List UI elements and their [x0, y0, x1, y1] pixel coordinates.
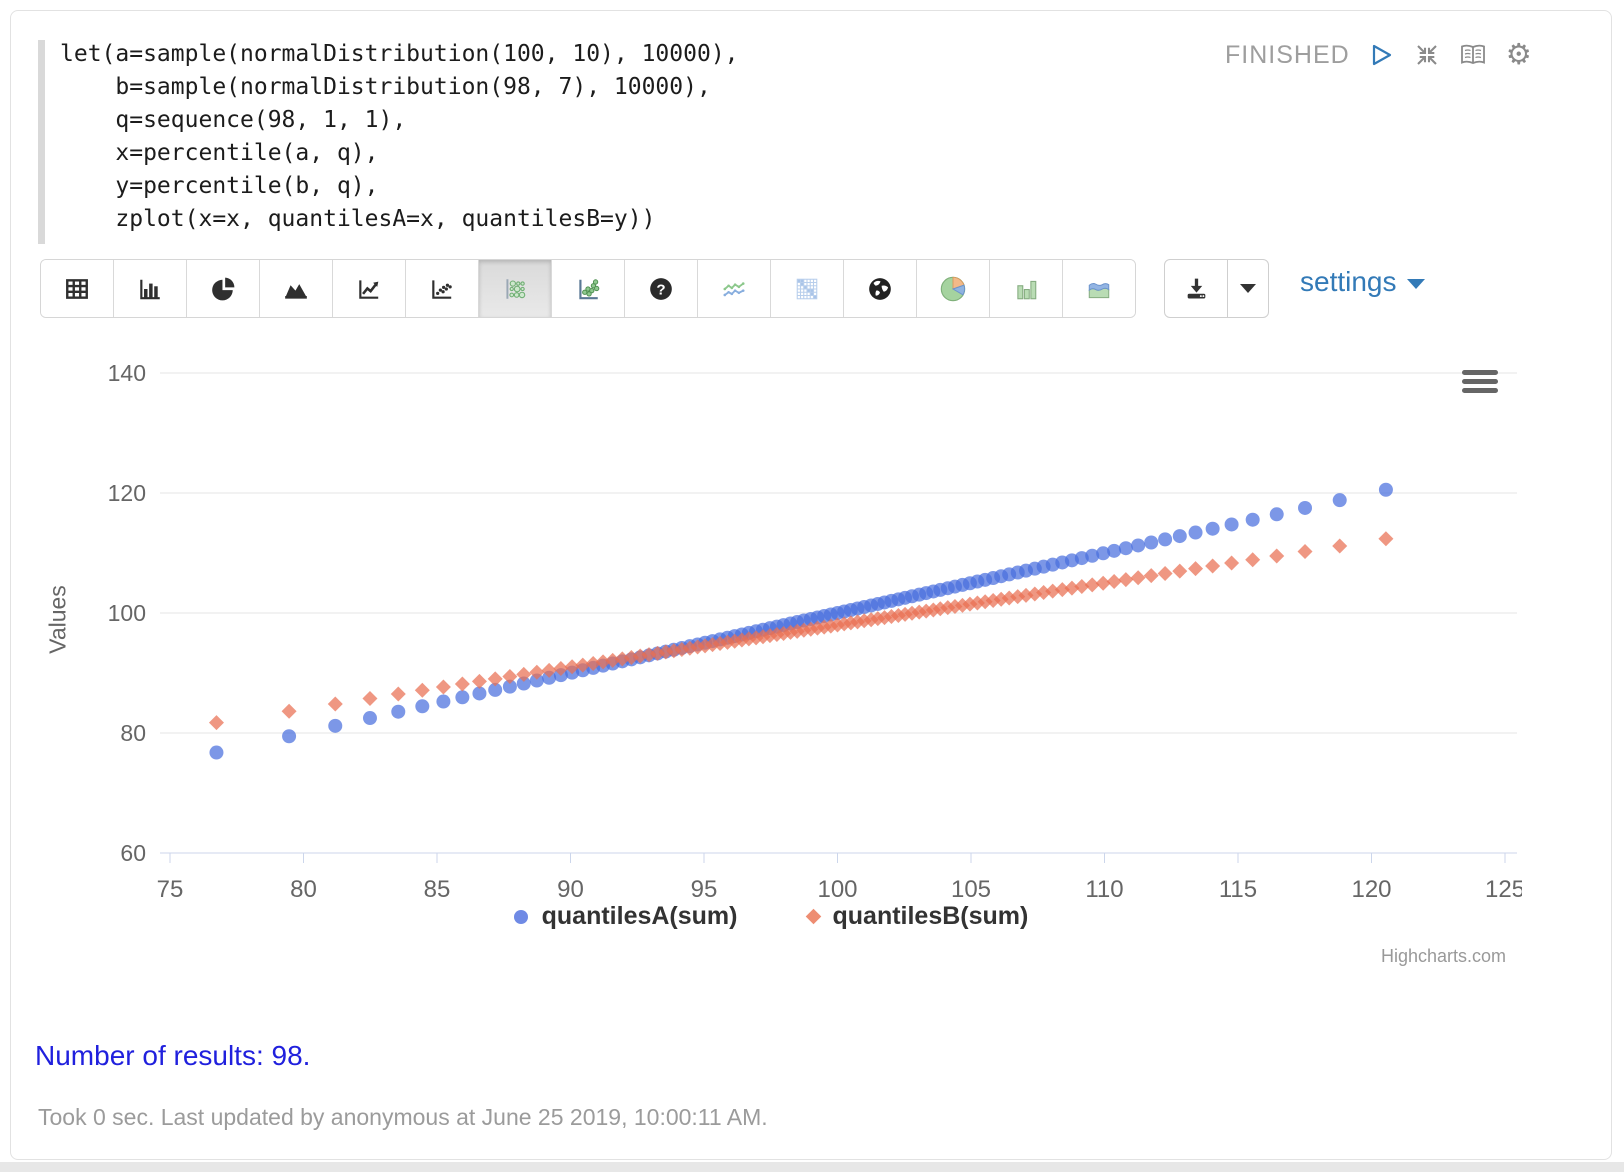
svg-text:75: 75: [157, 876, 184, 903]
code-line: zplot(x=x, quantilesA=x, quantilesB=y)): [60, 203, 739, 236]
bubble-chart-icon[interactable]: [479, 260, 552, 317]
svg-text:125: 125: [1485, 876, 1522, 903]
settings-label: settings: [1300, 266, 1397, 298]
legend-marker-diamond: [805, 909, 821, 925]
legend-label: quantilesA(sum): [542, 902, 738, 931]
globe-icon[interactable]: [844, 260, 917, 317]
book-icon[interactable]: [1458, 40, 1488, 70]
column-chart-icon[interactable]: [990, 260, 1063, 317]
legend-item-quantilesA[interactable]: quantilesA(sum): [514, 902, 738, 931]
svg-text:95: 95: [691, 876, 718, 903]
code-line: y=percentile(b, q),: [60, 170, 739, 203]
stacked-area-icon[interactable]: [1063, 260, 1135, 317]
pie-chart-icon[interactable]: [187, 260, 260, 317]
scatter-plot: 60 80 100 120 140 75 80 85 90 95 100 105 110 115 120 12…: [20, 330, 1522, 980]
code-line: x=percentile(a, q),: [60, 137, 739, 170]
download-split-button: [1164, 259, 1269, 318]
code-line: b=sample(normalDistribution(98, 7), 1000…: [60, 71, 739, 104]
legend-label: quantilesB(sum): [833, 902, 1029, 931]
download-button[interactable]: [1165, 260, 1228, 317]
results-count-text: Number of results: 98.: [35, 1040, 310, 1072]
svg-text:60: 60: [120, 840, 146, 866]
compress-icon[interactable]: [1412, 40, 1442, 70]
svg-text:115: 115: [1219, 876, 1257, 903]
gear-icon[interactable]: ⚙: [1504, 40, 1534, 70]
chart-legend: quantilesA(sum) quantilesB(sum): [20, 902, 1522, 931]
chevron-down-icon: [1240, 284, 1256, 293]
code-line: let(a=sample(normalDistribution(100, 10)…: [60, 38, 739, 71]
scatter-chart-icon[interactable]: [406, 260, 479, 317]
multi-line-chart-icon[interactable]: [698, 260, 771, 317]
svg-text:120: 120: [1351, 876, 1391, 903]
svg-text:80: 80: [120, 720, 146, 746]
highcharts-credits[interactable]: Highcharts.com: [1381, 946, 1506, 967]
status-badge: FINISHED: [1225, 41, 1350, 70]
area-chart-icon[interactable]: [260, 260, 333, 317]
chart-context-menu-icon[interactable]: [1462, 370, 1498, 397]
code-block[interactable]: let(a=sample(normalDistribution(100, 10)…: [60, 38, 739, 236]
legend-marker-circle: [514, 910, 528, 924]
svg-text:?: ?: [656, 281, 665, 298]
editor-gutter: [38, 40, 45, 244]
svg-text:90: 90: [557, 876, 584, 903]
svg-text:85: 85: [424, 876, 451, 903]
scatter-matrix-icon[interactable]: [552, 260, 625, 317]
line-chart-icon[interactable]: [333, 260, 406, 317]
svg-text:100: 100: [108, 600, 146, 626]
svg-text:105: 105: [951, 876, 991, 903]
svg-text:120: 120: [108, 480, 146, 506]
heatmap-icon[interactable]: [771, 260, 844, 317]
code-line: q=sequence(98, 1, 1),: [60, 104, 739, 137]
svg-text:110: 110: [1085, 876, 1123, 903]
y-axis-title: Values: [45, 520, 72, 720]
chevron-down-icon: [1407, 279, 1425, 289]
paragraph-controls: FINISHED ⚙: [1225, 40, 1534, 70]
download-icon: [1183, 275, 1210, 302]
svg-text:100: 100: [817, 876, 857, 903]
play-icon[interactable]: [1366, 40, 1396, 70]
legend-item-quantilesB[interactable]: quantilesB(sum): [808, 902, 1029, 931]
download-dropdown-button[interactable]: [1228, 260, 1268, 317]
pie-colored-icon[interactable]: [917, 260, 990, 317]
help-icon[interactable]: ?: [625, 260, 698, 317]
svg-text:140: 140: [108, 360, 146, 386]
notebook-paragraph: let(a=sample(normalDistribution(100, 10)…: [0, 0, 1624, 1172]
chart-type-toolbar: ?: [40, 259, 1136, 318]
scatter-chart: 60 80 100 120 140 75 80 85 90 95 100 105 110 115 120 12…: [20, 330, 1522, 980]
last-updated-text: Took 0 sec. Last updated by anonymous at…: [38, 1104, 768, 1131]
settings-button[interactable]: settings: [1300, 266, 1425, 298]
svg-text:80: 80: [290, 876, 317, 903]
next-paragraph-edge: [0, 1162, 1624, 1172]
table-icon[interactable]: [41, 260, 114, 317]
bar-chart-icon[interactable]: [114, 260, 187, 317]
